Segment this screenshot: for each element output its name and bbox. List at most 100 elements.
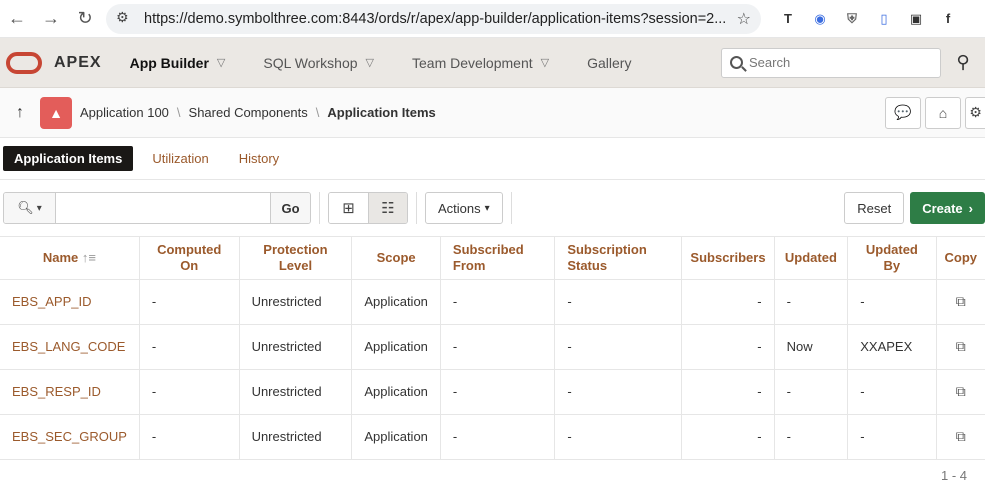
cell-updated: Now — [774, 324, 849, 370]
header-search[interactable]: Search — [721, 47, 941, 78]
chevron-down-icon: ▽ — [216, 57, 226, 69]
item-link[interactable]: EBS_SEC_GROUP — [12, 429, 127, 444]
cell-subscribers: - — [681, 369, 775, 415]
up-arrow-icon[interactable]: ↑ — [0, 104, 40, 122]
cell-computed-on: - — [139, 414, 240, 460]
chevron-down-icon: ▽ — [540, 57, 550, 69]
table-header-row: Name ↑≡ Computed On Protection Level Scope… — [0, 237, 985, 280]
extension-icon[interactable]: ◉ — [811, 10, 829, 28]
col-updated[interactable]: Updated — [774, 237, 849, 280]
extension-icon[interactable]: f — [939, 10, 957, 28]
toolbar-right: Reset Create › — [844, 192, 985, 224]
item-link[interactable]: EBS_RESP_ID — [12, 384, 101, 399]
crumb-shared-components[interactable]: Shared Components — [189, 105, 308, 120]
col-subscribers[interactable]: Subscribers — [681, 237, 775, 280]
col-name[interactable]: Name ↑≡ — [0, 237, 140, 280]
cell-subscription-status: - — [554, 414, 683, 460]
cell-subscription-status: - — [554, 279, 683, 325]
product-name[interactable]: APEX — [54, 54, 102, 72]
col-protection-level[interactable]: Protection Level — [239, 237, 353, 280]
extension-icon[interactable]: ▣ — [907, 10, 925, 28]
item-link[interactable]: EBS_LANG_CODE — [12, 339, 125, 354]
cell-subscribers: - — [681, 279, 775, 325]
breadcrumb: ↑ ▲ Application 100 \ Shared Components … — [0, 88, 985, 138]
forward-icon[interactable]: → — [34, 8, 68, 29]
view-toggle: ⊞ ☷ — [328, 192, 408, 224]
extension-icon[interactable]: T — [779, 10, 797, 28]
reload-icon[interactable]: ↻ — [68, 8, 102, 29]
col-updated-by[interactable]: Updated By — [847, 237, 937, 280]
address-bar[interactable]: ⚙ https://demo.symbolthree.com:8443/ords… — [106, 3, 761, 34]
cell-protection-level: Unrestricted — [239, 414, 353, 460]
cell-updated-by: XXAPEX — [847, 324, 937, 370]
menu-gallery[interactable]: Gallery — [587, 55, 649, 71]
menu-team-development[interactable]: Team Development ▽ — [412, 55, 567, 71]
search-input[interactable] — [56, 193, 270, 223]
search-icon: 🔍︎ — [17, 200, 34, 215]
cell-updated: - — [774, 279, 849, 325]
cell-updated-by: - — [847, 369, 937, 415]
table-row: EBS_LANG_CODE - Unrestricted Application - - -… — [0, 324, 985, 370]
cell-protection-level: Unrestricted — [239, 279, 353, 325]
cell-subscribed-from: - — [440, 279, 556, 325]
search-icon — [730, 56, 743, 69]
col-subscribed-from[interactable]: Subscribed From — [440, 237, 556, 280]
col-copy: Copy — [936, 237, 985, 280]
crumb-application-items: Application Items — [327, 105, 436, 120]
menu-app-builder[interactable]: App Builder ▽ — [130, 55, 244, 71]
report-toolbar: 🔍︎ ▾ Go ⊞ ☷ Actions ▾ Reset Create › — [0, 180, 985, 237]
browser-toolbar: ← → ↻ ⚙ https://demo.symbolthree.com:844… — [0, 0, 985, 38]
page-tools: 💬 ⌂ ⚙ — [885, 96, 985, 129]
item-link[interactable]: EBS_APP_ID — [12, 294, 92, 309]
cell-computed-on: - — [139, 324, 240, 370]
chevron-down-icon: ▾ — [36, 202, 42, 214]
cell-scope: Application — [351, 279, 441, 325]
back-icon[interactable]: ← — [0, 8, 34, 29]
reset-button[interactable]: Reset — [844, 192, 905, 224]
chevron-down-icon: ▽ — [365, 57, 375, 69]
chevron-right-icon: › — [968, 200, 973, 216]
copy-icon[interactable]: ⧉ — [936, 369, 985, 415]
copy-icon[interactable]: ⧉ — [936, 324, 985, 370]
tab-bar: Application Items Utilization History — [0, 138, 985, 180]
col-computed-on[interactable]: Computed On — [139, 237, 240, 280]
copy-icon[interactable]: ⧉ — [936, 279, 985, 325]
application-icon[interactable]: ▲ — [40, 96, 72, 129]
crumb-application[interactable]: Application 100 — [80, 105, 169, 120]
cell-updated: - — [774, 414, 849, 460]
tab-history[interactable]: History — [228, 146, 290, 171]
site-info-icon[interactable]: ⚙ — [116, 9, 136, 29]
icon-view-icon[interactable]: ⊞ — [329, 193, 368, 223]
tab-utilization[interactable]: Utilization — [141, 146, 219, 171]
user-settings-icon[interactable]: ⚲ — [941, 52, 985, 73]
create-button[interactable]: Create › — [910, 192, 985, 224]
search-column-button[interactable]: 🔍︎ ▾ — [4, 193, 56, 223]
col-scope[interactable]: Scope — [351, 237, 441, 280]
cell-name: EBS_SEC_GROUP — [0, 414, 140, 460]
go-button[interactable]: Go — [270, 193, 310, 223]
tag-icon[interactable]: ⌂ — [925, 96, 961, 129]
col-subscription-status[interactable]: Subscription Status — [554, 237, 683, 280]
feedback-icon[interactable]: 💬 — [885, 96, 921, 129]
tab-application-items[interactable]: Application Items — [3, 146, 134, 171]
cell-scope: Application — [351, 369, 441, 415]
items-table: Name ↑≡ Computed On Protection Level Scope… — [0, 237, 985, 460]
table-row: EBS_RESP_ID - Unrestricted Application - - - - -… — [0, 369, 985, 415]
actions-button[interactable]: Actions ▾ — [425, 192, 503, 224]
shield-icon[interactable]: ⛨ — [843, 10, 861, 28]
settings-icon[interactable]: ⚙ — [965, 96, 985, 129]
bookmark-star-icon[interactable]: ☆ — [737, 9, 751, 29]
menu-sql-workshop[interactable]: SQL Workshop ▽ — [263, 55, 392, 71]
cell-subscribers: - — [681, 324, 775, 370]
divider — [319, 192, 320, 224]
oracle-logo[interactable] — [6, 51, 42, 74]
copy-icon[interactable]: ⧉ — [936, 414, 985, 460]
report-search: 🔍︎ ▾ Go — [3, 192, 311, 224]
divider — [510, 192, 512, 224]
report-view-icon[interactable]: ☷ — [368, 193, 407, 223]
cell-subscribed-from: - — [440, 414, 556, 460]
extension-icon[interactable]: ▯ — [875, 10, 893, 28]
table-row: EBS_SEC_GROUP - Unrestricted Application - - -… — [0, 414, 985, 460]
cell-subscribers: - — [681, 414, 775, 460]
app-header: APEX App Builder ▽ SQL Workshop ▽ Team Dev… — [0, 38, 985, 88]
